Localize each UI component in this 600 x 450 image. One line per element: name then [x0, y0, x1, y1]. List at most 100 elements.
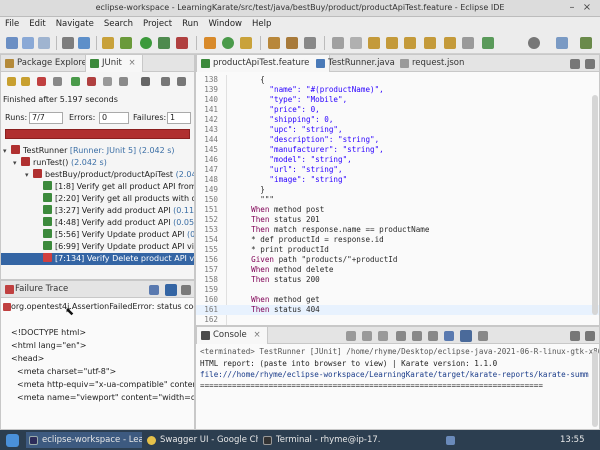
tab-request-json[interactable]: request.json	[396, 55, 470, 72]
code-line[interactable]: 161 Then status 404	[196, 305, 599, 315]
search-icon[interactable]	[528, 37, 540, 49]
close-tab-icon[interactable]: ×	[253, 330, 260, 340]
maximize-view-icon[interactable]	[177, 77, 186, 86]
save-icon[interactable]	[22, 37, 34, 49]
code-line[interactable]: 159	[196, 285, 599, 295]
java-perspective-icon[interactable]	[580, 37, 592, 49]
code-line[interactable]: 141 "price": 0,	[196, 105, 599, 115]
rerun-failed-icon[interactable]	[87, 77, 96, 86]
system-tray[interactable]	[440, 432, 464, 448]
pin-editor-icon[interactable]	[444, 37, 456, 49]
code-line[interactable]: 162	[196, 315, 599, 325]
scroll-lock-icon[interactable]	[412, 331, 422, 341]
trace-line[interactable]: <!DOCTYPE html>	[11, 328, 86, 337]
last-edit-icon[interactable]	[424, 37, 436, 49]
perspective-icon[interactable]	[556, 37, 568, 49]
open-console-icon[interactable]	[478, 331, 488, 341]
new-java-project-icon[interactable]	[204, 37, 216, 49]
run-icon[interactable]	[140, 37, 152, 49]
prev-annotation-icon[interactable]	[350, 37, 362, 49]
code-line[interactable]: 157 When method delete	[196, 265, 599, 275]
close-tab-icon[interactable]: ×	[129, 58, 136, 68]
code-line[interactable]: 144 "description": "string",	[196, 135, 599, 145]
new-icon[interactable]	[6, 37, 18, 49]
coverage-icon[interactable]	[158, 37, 170, 49]
code-line[interactable]: 140 "type": "Mobile",	[196, 95, 599, 105]
tab-junit[interactable]: JUnit ×	[85, 55, 143, 72]
tree-row-scenario-2[interactable]: [2:20] Verify get all products with qu	[43, 193, 194, 205]
trace-line[interactable]: org.opentest4j.AssertionFailedError: sta…	[11, 302, 194, 311]
display-console-icon[interactable]	[460, 330, 472, 342]
task-eclipse[interactable]: eclipse-workspace - Lea...	[26, 432, 142, 448]
code-line[interactable]: 151 When method post	[196, 205, 599, 215]
menu-navigate[interactable]: Navigate	[51, 17, 99, 29]
remove-all-icon[interactable]	[378, 331, 388, 341]
close-icon[interactable]: ×	[581, 2, 593, 14]
code-line[interactable]: 158 Then status 200	[196, 275, 599, 285]
code-line[interactable]: 148 "image": "string"	[196, 175, 599, 185]
code-line[interactable]: 142 "shipping": 0,	[196, 115, 599, 125]
new-class-icon[interactable]	[240, 37, 252, 49]
code-line[interactable]: 139 "name": "#(productName)",	[196, 85, 599, 95]
open-type-icon[interactable]	[268, 37, 280, 49]
menu-window[interactable]: Window	[203, 17, 247, 29]
new-package-icon[interactable]	[222, 37, 234, 49]
tree-row-runtest[interactable]: ▾ runTest() (2.042 s)	[13, 157, 193, 169]
filter-stack-trace-icon[interactable]	[165, 284, 177, 296]
tree-row-scenario-4[interactable]: [4:48] Verify add product API (0.050	[43, 217, 194, 229]
trace-line[interactable]: <meta charset="utf-8">	[17, 367, 116, 376]
forward-icon[interactable]	[404, 37, 416, 49]
code-line[interactable]: 146 "model": "string",	[196, 155, 599, 165]
code-line[interactable]: 149 }	[196, 185, 599, 195]
code-line[interactable]: 145 "manufacturer": "string",	[196, 145, 599, 155]
menu-help[interactable]: Help	[247, 17, 276, 29]
next-annotation-icon[interactable]	[368, 37, 380, 49]
word-wrap-icon[interactable]	[428, 331, 438, 341]
back-history-icon[interactable]	[462, 37, 474, 49]
code-line[interactable]: 152 Then status 201	[196, 215, 599, 225]
task-swagger[interactable]: Swagger UI - Google Ch...	[144, 432, 258, 448]
external-tools-icon[interactable]	[176, 37, 188, 49]
tab-testrunner-java[interactable]: TestRunner.java	[312, 55, 401, 72]
clear-console-icon[interactable]	[396, 331, 406, 341]
expand-icon[interactable]: ▾	[13, 159, 21, 167]
code-line[interactable]: 138 {	[196, 75, 599, 85]
maximize-console-icon[interactable]	[585, 331, 595, 341]
annotation-icon[interactable]	[332, 37, 344, 49]
editor-scrollbar[interactable]	[592, 95, 598, 315]
tree-row-scenario-6[interactable]: [6:99] Verify Update product API via	[43, 241, 194, 253]
trace-line[interactable]: <meta name="viewport" content="width=de	[17, 393, 194, 402]
print-icon[interactable]	[62, 37, 74, 49]
history-icon[interactable]	[119, 77, 128, 86]
trace-line[interactable]: <head>	[11, 354, 44, 363]
pin-console-icon[interactable]	[444, 331, 454, 341]
stop-icon[interactable]	[103, 77, 112, 86]
minimize-editor-icon[interactable]	[570, 59, 580, 69]
task-terminal[interactable]: Terminal - rhyme@ip-17...	[260, 432, 380, 448]
menu-run[interactable]: Run	[177, 17, 203, 29]
tree-row-scenario-5[interactable]: [5:56] Verify Update product API (0.3	[43, 229, 194, 241]
save-all-icon[interactable]	[38, 37, 50, 49]
menu-project[interactable]: Project	[138, 17, 177, 29]
search-toolbar-icon[interactable]	[304, 37, 316, 49]
show-failures-only-icon[interactable]	[37, 77, 46, 86]
debug-icon[interactable]	[120, 37, 132, 49]
minimize-console-icon[interactable]	[570, 331, 580, 341]
rerun-test-icon[interactable]	[71, 77, 80, 86]
code-line[interactable]: 150 """	[196, 195, 599, 205]
remove-launch-icon[interactable]	[362, 331, 372, 341]
minimize-icon[interactable]: –	[566, 2, 578, 14]
tree-row-feature[interactable]: ▾bestBuy/product/productApiTest (2.042	[25, 169, 194, 181]
expand-icon[interactable]: ▾	[3, 147, 11, 155]
code-line[interactable]: 156 Given path "products/"+productId	[196, 255, 599, 265]
tree-row-scenario-7[interactable]: [7:134] Verify Delete product API vi	[1, 253, 194, 265]
tab-productapitest-feature[interactable]: productApiTest.feature ×	[196, 55, 331, 72]
code-line[interactable]: 160 When method get	[196, 295, 599, 305]
expand-icon[interactable]: ▾	[25, 171, 33, 179]
menu-file[interactable]: File	[0, 17, 24, 29]
compare-results-icon[interactable]	[149, 285, 159, 295]
menu-edit[interactable]: Edit	[24, 17, 50, 29]
maximize-editor-icon[interactable]	[585, 59, 595, 69]
code-line[interactable]: 147 "url": "string",	[196, 165, 599, 175]
terminal-icon[interactable]	[78, 37, 90, 49]
